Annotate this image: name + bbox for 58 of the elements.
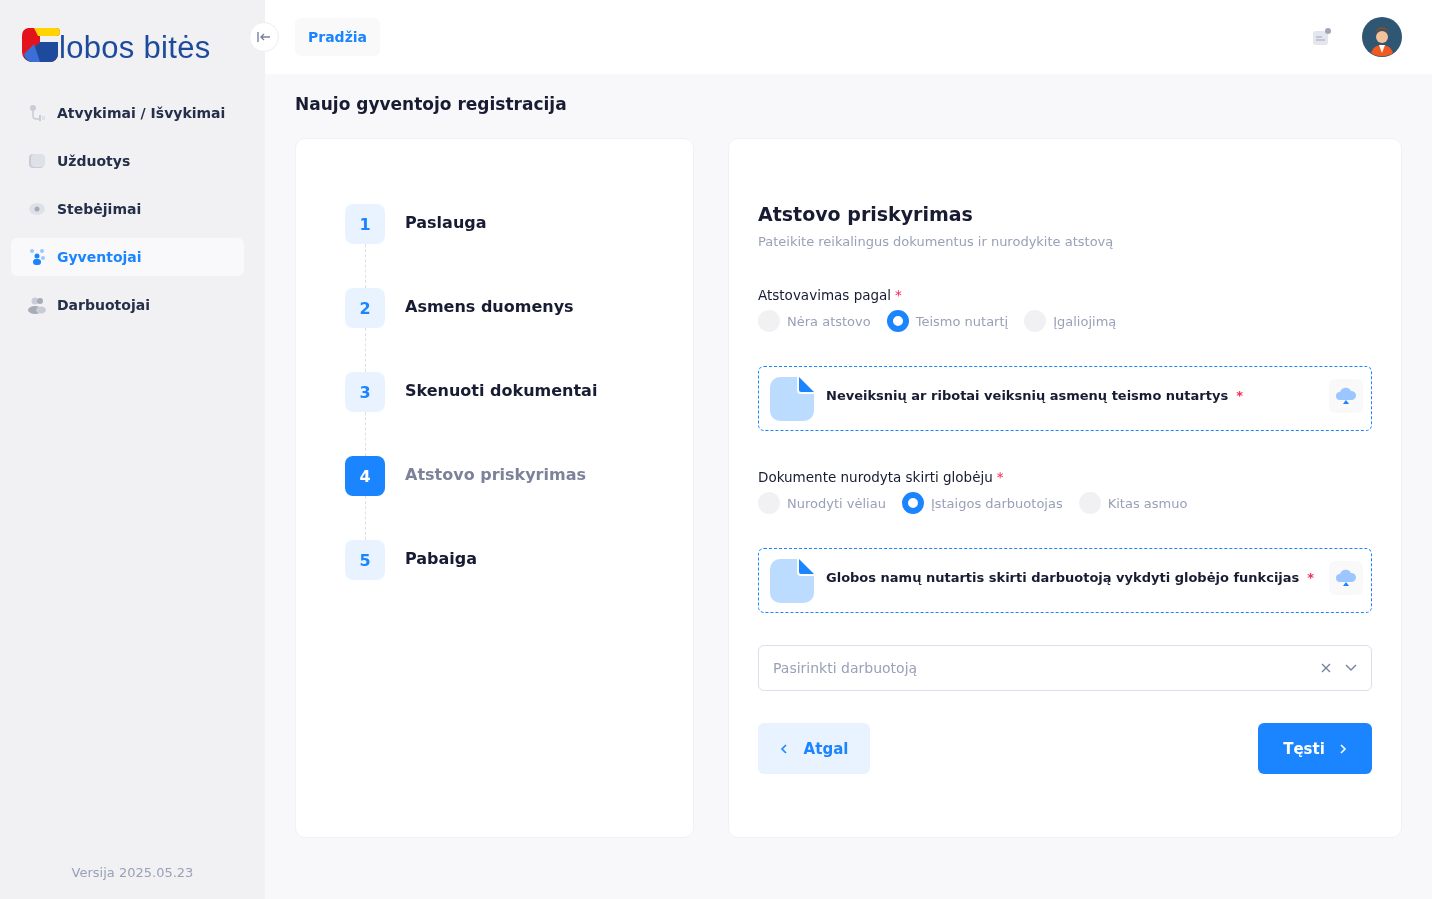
document-icon — [770, 558, 814, 603]
upload-button[interactable] — [1329, 560, 1363, 595]
upload-area[interactable]: Neveiksnių ar ribotai veiksnių asmenų teismo nutartys * — [758, 366, 1372, 431]
radio-option[interactable]: Įstaigos darbuotojas — [901, 492, 1063, 514]
breadcrumb-link[interactable]: Pradžia — [295, 18, 381, 56]
field-label: Atstovavimas pagal * — [758, 287, 903, 303]
pin-icon — [27, 103, 47, 123]
required-mark: * — [1236, 388, 1243, 403]
step-number: 5 — [345, 540, 385, 580]
radio-option[interactable]: Įgaliojimą — [1024, 310, 1117, 332]
cloud-upload-icon — [1335, 386, 1357, 405]
step-label[interactable]: Asmens duomenys — [405, 288, 574, 316]
sidebar-item[interactable]: Atvykimai / Išvykimai — [11, 94, 244, 132]
back-button[interactable]: Atgal — [758, 723, 870, 774]
step-label[interactable]: Skenuoti dokumentai — [405, 372, 598, 400]
sidebar-item[interactable]: Užduotys — [11, 142, 244, 180]
step-label[interactable]: Pabaiga — [405, 540, 478, 568]
form-title: Atstovo priskyrimas — [758, 203, 974, 225]
upload-area[interactable]: Globos namų nutartis skirti darbuotoją vykdyti globėjo funkcijas * — [758, 548, 1372, 613]
field-label: Dokumente nurodyta skirti globėju * — [758, 469, 1005, 485]
step-label[interactable]: Atstovo priskyrimas — [405, 456, 586, 484]
radio-option[interactable]: Teismo nutartį — [886, 310, 1009, 332]
people-icon — [27, 247, 47, 267]
upload-label: Neveiksnių ar ribotai veiksnių asmenų teismo nutartys * — [826, 388, 1244, 405]
people-icon — [27, 295, 47, 315]
continue-button[interactable]: Tęsti — [1258, 723, 1372, 774]
chevron-left-icon — [779, 743, 788, 754]
upload-label: Globos namų nutartis skirti darbuotoją vykdyti globėjo funkcijas * — [826, 570, 1316, 587]
version-text: Versija 2025.05.23 — [70, 865, 195, 882]
cloud-upload-icon — [1335, 568, 1357, 587]
note-icon — [27, 151, 47, 171]
step-number: 3 — [345, 372, 385, 412]
sidebar-item[interactable]: Gyventojai — [11, 238, 244, 276]
avatar[interactable] — [1362, 17, 1402, 57]
radio-option[interactable]: Nurodyti vėliau — [758, 492, 886, 514]
collapse-button[interactable] — [249, 22, 279, 52]
step-number: 1 — [345, 204, 385, 244]
chevron-right-icon — [1338, 743, 1347, 754]
employee-select[interactable]: Pasirinkti darbuotoją — [758, 645, 1372, 691]
page-title: Naujo gyventojo registracija — [294, 93, 568, 116]
required-mark: * — [1307, 570, 1315, 585]
sidebar-item[interactable]: Darbuotojai — [11, 286, 244, 324]
logo-text: lobos bitės — [59, 30, 211, 66]
step-number: 2 — [345, 288, 385, 328]
required-mark: * — [996, 469, 1004, 485]
clear-icon[interactable] — [1321, 663, 1331, 673]
step-number: 4 — [345, 456, 385, 496]
chevron-down-icon[interactable] — [1345, 664, 1357, 672]
upload-button[interactable] — [1329, 378, 1363, 413]
message-icon[interactable] — [1312, 27, 1332, 47]
document-icon — [770, 376, 814, 421]
radio-option[interactable]: Kitas asmuo — [1078, 492, 1188, 514]
form-subtitle: Pateikite reikalingus dokumentus ir nurodykite atstovą — [758, 234, 1115, 249]
step-label[interactable]: Paslauga — [405, 204, 487, 232]
radio-option[interactable]: Nėra atstovo — [758, 310, 871, 332]
required-mark: * — [895, 287, 902, 303]
sidebar-item[interactable]: Stebėjimai — [11, 190, 244, 228]
collapse-icon — [257, 31, 271, 43]
